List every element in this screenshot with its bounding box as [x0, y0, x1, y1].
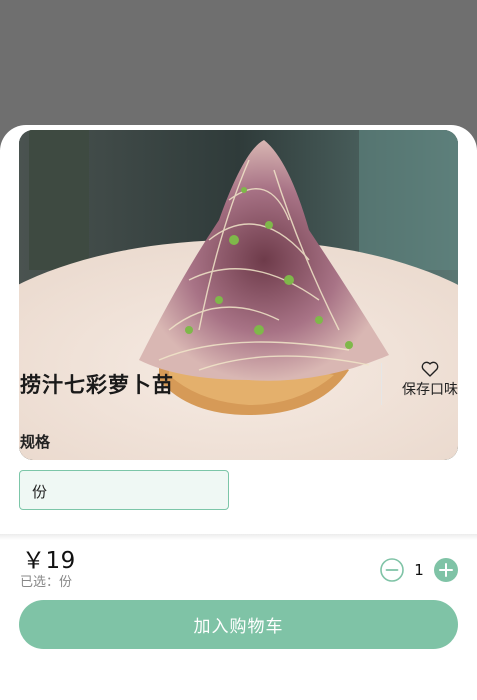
- save-flavor-label: 保存口味: [402, 382, 458, 398]
- title-divider: [381, 363, 382, 405]
- dish-title: 捞汁七彩萝卜苗: [20, 373, 174, 397]
- add-to-cart-button[interactable]: 加入购物车: [19, 600, 458, 649]
- footer-divider: [0, 534, 477, 540]
- selected-spec-text: 已选：份: [20, 575, 73, 590]
- dish-detail-sheet: 捞汁七彩萝卜苗 保存口味 规格 份 ￥19 已选：份 1 加入购物车: [0, 125, 477, 700]
- save-flavor-button[interactable]: 保存口味: [395, 361, 465, 405]
- plus-circle-icon: [434, 558, 458, 582]
- price-label: ￥19: [22, 548, 76, 574]
- dish-detail-page: 捞汁七彩萝卜苗 保存口味 规格 份 ￥19 已选：份 1 加入购物车: [0, 0, 477, 700]
- spec-option-portion[interactable]: 份: [19, 470, 229, 510]
- quantity-increase-button[interactable]: [434, 558, 458, 582]
- dish-photo: [19, 130, 458, 460]
- dish-photo-image: [19, 130, 458, 460]
- quantity-value: 1: [414, 561, 424, 579]
- heart-outline-icon: [421, 361, 439, 377]
- spec-heading: 规格: [20, 433, 51, 451]
- spec-option-label: 份: [32, 483, 48, 501]
- minus-circle-icon: [380, 558, 404, 582]
- quantity-decrease-button[interactable]: [380, 558, 404, 582]
